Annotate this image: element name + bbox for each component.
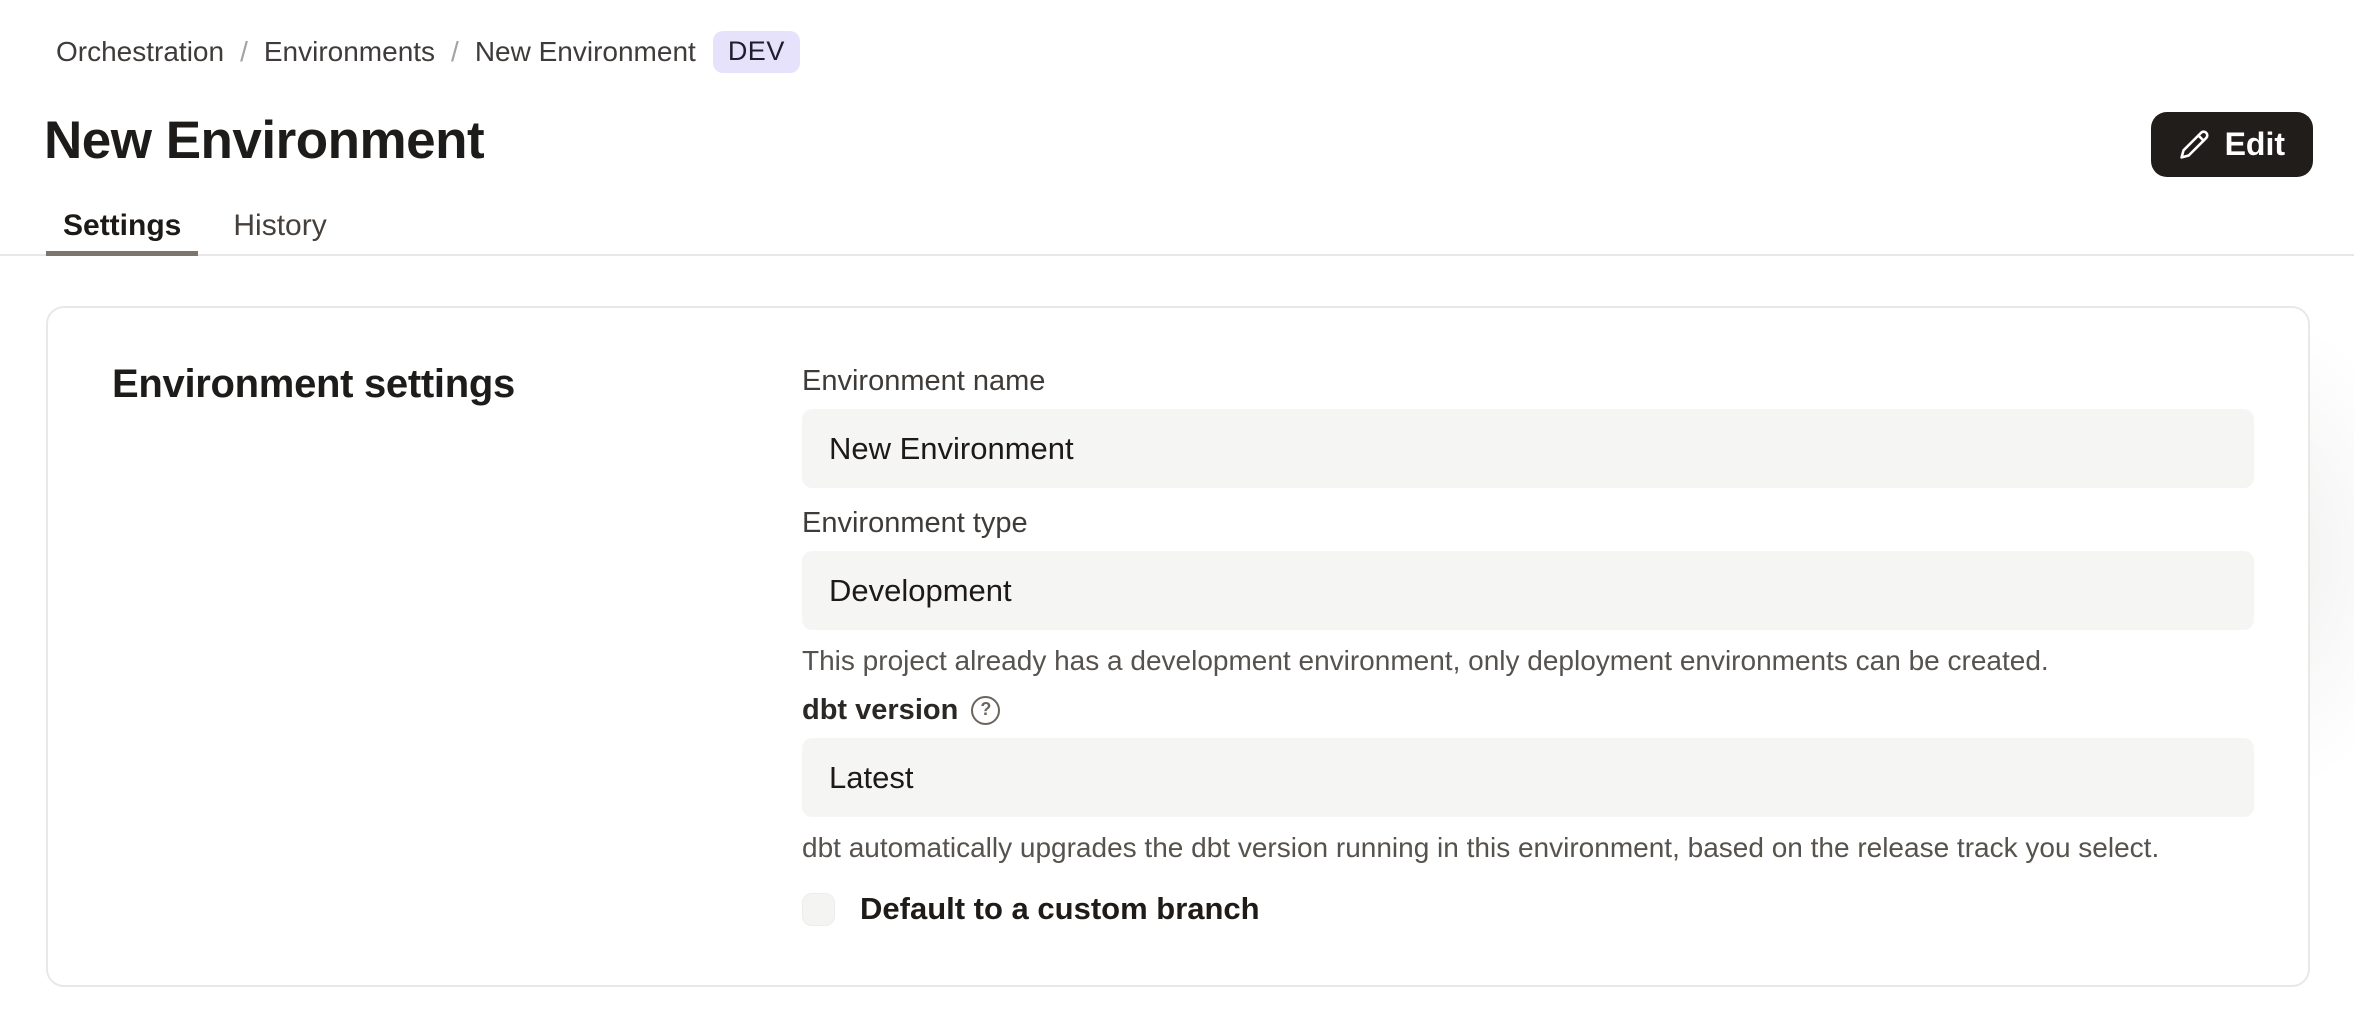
tab-bar: Settings History xyxy=(46,200,344,256)
environment-type-value: Development xyxy=(829,573,1012,609)
environment-name-input[interactable]: New Environment xyxy=(802,409,2254,488)
environment-type-label: Environment type xyxy=(802,505,2254,541)
breadcrumb-environments[interactable]: Environments xyxy=(264,36,435,68)
custom-branch-label: Default to a custom branch xyxy=(860,891,1260,927)
breadcrumb-new-environment: New Environment xyxy=(475,36,696,68)
dbt-version-label: dbt version xyxy=(802,692,958,728)
environment-settings-card: Environment settings Environment name Ne… xyxy=(46,306,2310,987)
environment-settings-page: Orchestration / Environments / New Envir… xyxy=(0,0,2354,1020)
dbt-version-input[interactable]: Latest xyxy=(802,738,2254,817)
section-heading: Environment settings xyxy=(112,362,515,407)
environment-name-label: Environment name xyxy=(802,363,2254,399)
breadcrumb-orchestration[interactable]: Orchestration xyxy=(56,36,224,68)
breadcrumb-separator: / xyxy=(451,36,459,68)
tab-history[interactable]: History xyxy=(216,200,343,256)
dbt-version-value: Latest xyxy=(829,760,913,796)
custom-branch-checkbox[interactable] xyxy=(802,893,835,926)
edit-button[interactable]: Edit xyxy=(2151,112,2313,177)
page-title: New Environment xyxy=(44,110,484,171)
breadcrumb: Orchestration / Environments / New Envir… xyxy=(56,30,800,74)
environment-dev-badge: DEV xyxy=(713,31,800,73)
environment-type-helper: This project already has a development e… xyxy=(802,644,2254,678)
dbt-version-helper: dbt automatically upgrades the dbt versi… xyxy=(802,831,2254,865)
edit-button-label: Edit xyxy=(2225,126,2285,163)
help-icon[interactable]: ? xyxy=(971,696,1000,725)
tab-settings[interactable]: Settings xyxy=(46,200,198,256)
environment-type-input[interactable]: Development xyxy=(802,551,2254,630)
pencil-icon xyxy=(2179,129,2210,160)
tab-bar-divider xyxy=(0,254,2354,256)
environment-name-value: New Environment xyxy=(829,431,1074,467)
environment-settings-form: Environment name New Environment Environ… xyxy=(802,363,2254,927)
breadcrumb-separator: / xyxy=(240,36,248,68)
dbt-version-label-row: dbt version ? xyxy=(802,692,2254,728)
custom-branch-row: Default to a custom branch xyxy=(802,891,2254,927)
